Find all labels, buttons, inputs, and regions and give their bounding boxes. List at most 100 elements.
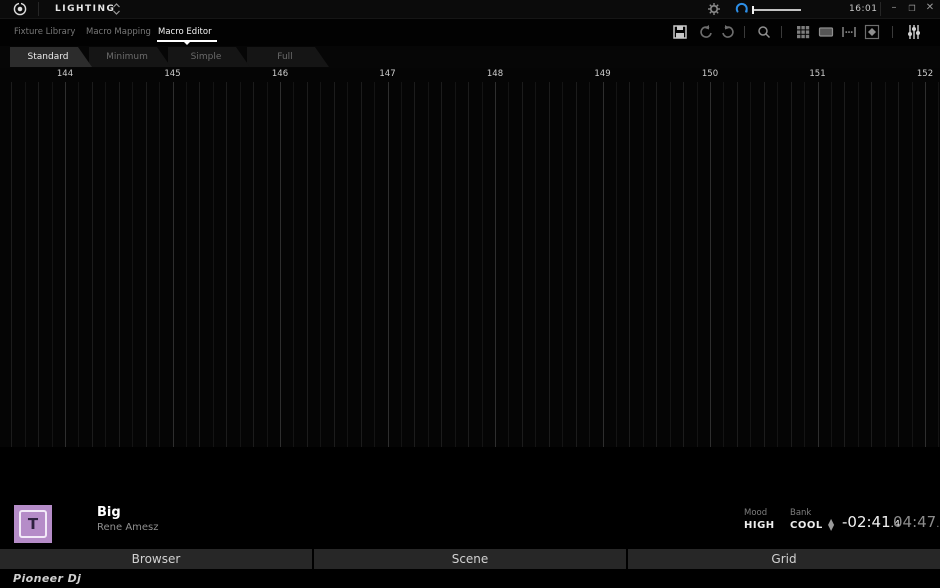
- faders-icon[interactable]: [906, 24, 922, 40]
- spacing-icon[interactable]: [841, 24, 857, 40]
- gridline: [737, 82, 738, 447]
- gridline: [11, 82, 12, 447]
- gridline: [683, 82, 684, 447]
- ruler-bar-number: 148: [487, 69, 503, 79]
- gridline: [844, 82, 845, 447]
- keyframe-icon[interactable]: [864, 24, 880, 40]
- gridline: [146, 82, 147, 447]
- time-total: 04:47.0: [893, 513, 940, 531]
- tab-macro-mapping[interactable]: Macro Mapping: [86, 27, 151, 37]
- gridline: [240, 82, 241, 447]
- album-art-letter: T: [19, 510, 47, 538]
- gridline: [468, 82, 469, 447]
- gridline: [495, 82, 496, 447]
- gridline: [38, 82, 39, 447]
- gridline: [307, 82, 308, 447]
- clock: 16:01: [849, 4, 877, 14]
- subtab-minimum[interactable]: Minimum: [89, 47, 171, 67]
- toolbar-separator: [781, 26, 782, 38]
- track-overview[interactable]: [208, 504, 724, 549]
- toolbar-separator: [744, 26, 745, 38]
- gridline: [226, 82, 227, 447]
- grid-icon[interactable]: [795, 24, 811, 40]
- bank-value[interactable]: COOL: [790, 520, 823, 531]
- gridline: [186, 82, 187, 447]
- tab-macro-editor[interactable]: Macro Editor: [158, 27, 212, 37]
- subtab-simple[interactable]: Simple: [168, 47, 250, 67]
- gridline: [576, 82, 577, 447]
- gridline: [777, 82, 778, 447]
- macro-editor-canvas[interactable]: 144145146147148149150151152: [0, 68, 940, 447]
- subtab-full[interactable]: Full: [247, 47, 329, 67]
- album-art: T: [14, 505, 52, 543]
- tab-fixture-library[interactable]: Fixture Library: [14, 27, 75, 37]
- redo-icon[interactable]: [720, 24, 736, 40]
- browser-button[interactable]: Browser: [0, 549, 312, 569]
- gridline: [374, 82, 375, 447]
- gridline: [253, 82, 254, 447]
- gridline: [105, 82, 106, 447]
- save-icon[interactable]: [672, 24, 688, 40]
- undo-icon[interactable]: [698, 24, 714, 40]
- subtab-standard[interactable]: Standard: [10, 47, 92, 67]
- minimize-button[interactable]: –: [887, 2, 901, 13]
- gridline: [818, 82, 819, 447]
- master-dimmer-slider[interactable]: [753, 9, 801, 11]
- sync-spinner-icon: [735, 2, 749, 16]
- active-tab-notch: [184, 42, 190, 45]
- gridline: [603, 82, 604, 447]
- gridline: [508, 82, 509, 447]
- gridline: [347, 82, 348, 447]
- gridline: [938, 82, 939, 447]
- gridline: [361, 82, 362, 447]
- maximize-button[interactable]: ❐: [905, 4, 919, 13]
- master-dimmer-thumb[interactable]: [752, 6, 754, 14]
- mood-value[interactable]: HIGH: [744, 520, 775, 531]
- ruler-bar-number: 147: [379, 69, 395, 79]
- gridline: [710, 82, 711, 447]
- gridline: [334, 82, 335, 447]
- ruler-bar-number: 144: [57, 69, 73, 79]
- titlebar-divider: [38, 2, 39, 16]
- ruler-bar-number: 151: [809, 69, 825, 79]
- waveform-section[interactable]: [0, 447, 940, 500]
- gridline: [831, 82, 832, 447]
- gridline: [925, 82, 926, 447]
- monitor-icon[interactable]: [818, 24, 834, 40]
- pioneer-dj-logo: Pioneer Dj: [13, 572, 81, 585]
- gridline: [858, 82, 859, 447]
- gridline: [898, 82, 899, 447]
- gridline: [629, 82, 630, 447]
- mood-label: Mood: [744, 508, 767, 518]
- gear-icon[interactable]: [708, 3, 720, 15]
- grid-button[interactable]: Grid: [628, 549, 940, 569]
- ruler-bar-number: 150: [702, 69, 718, 79]
- ruler-bar-number: 145: [164, 69, 180, 79]
- gridline: [549, 82, 550, 447]
- gridline: [791, 82, 792, 447]
- gridline: [616, 82, 617, 447]
- gridline: [522, 82, 523, 447]
- close-button[interactable]: ✕: [923, 2, 937, 13]
- gridline: [871, 82, 872, 447]
- gridline: [670, 82, 671, 447]
- gridline: [159, 82, 160, 447]
- footer: Pioneer Dj: [0, 569, 940, 588]
- scene-button[interactable]: Scene: [314, 549, 626, 569]
- rekordbox-logo-icon: [13, 2, 27, 16]
- gridline: [320, 82, 321, 447]
- track-title: Big: [97, 505, 121, 520]
- search-icon[interactable]: [756, 24, 772, 40]
- gridline: [912, 82, 913, 447]
- gridline: [213, 82, 214, 447]
- gridline: [92, 82, 93, 447]
- gridline: [482, 82, 483, 447]
- ruler-bar-number: 152: [917, 69, 933, 79]
- gridline: [119, 82, 120, 447]
- gridline: [535, 82, 536, 447]
- layout-subtabs: StandardMinimumSimpleFull: [0, 46, 940, 69]
- gridline: [401, 82, 402, 447]
- mode-selector[interactable]: LIGHTING: [55, 4, 115, 14]
- bank-selector-arrows-icon[interactable]: ▲▼: [828, 519, 834, 531]
- mode-selector-arrows-icon[interactable]: [112, 3, 121, 15]
